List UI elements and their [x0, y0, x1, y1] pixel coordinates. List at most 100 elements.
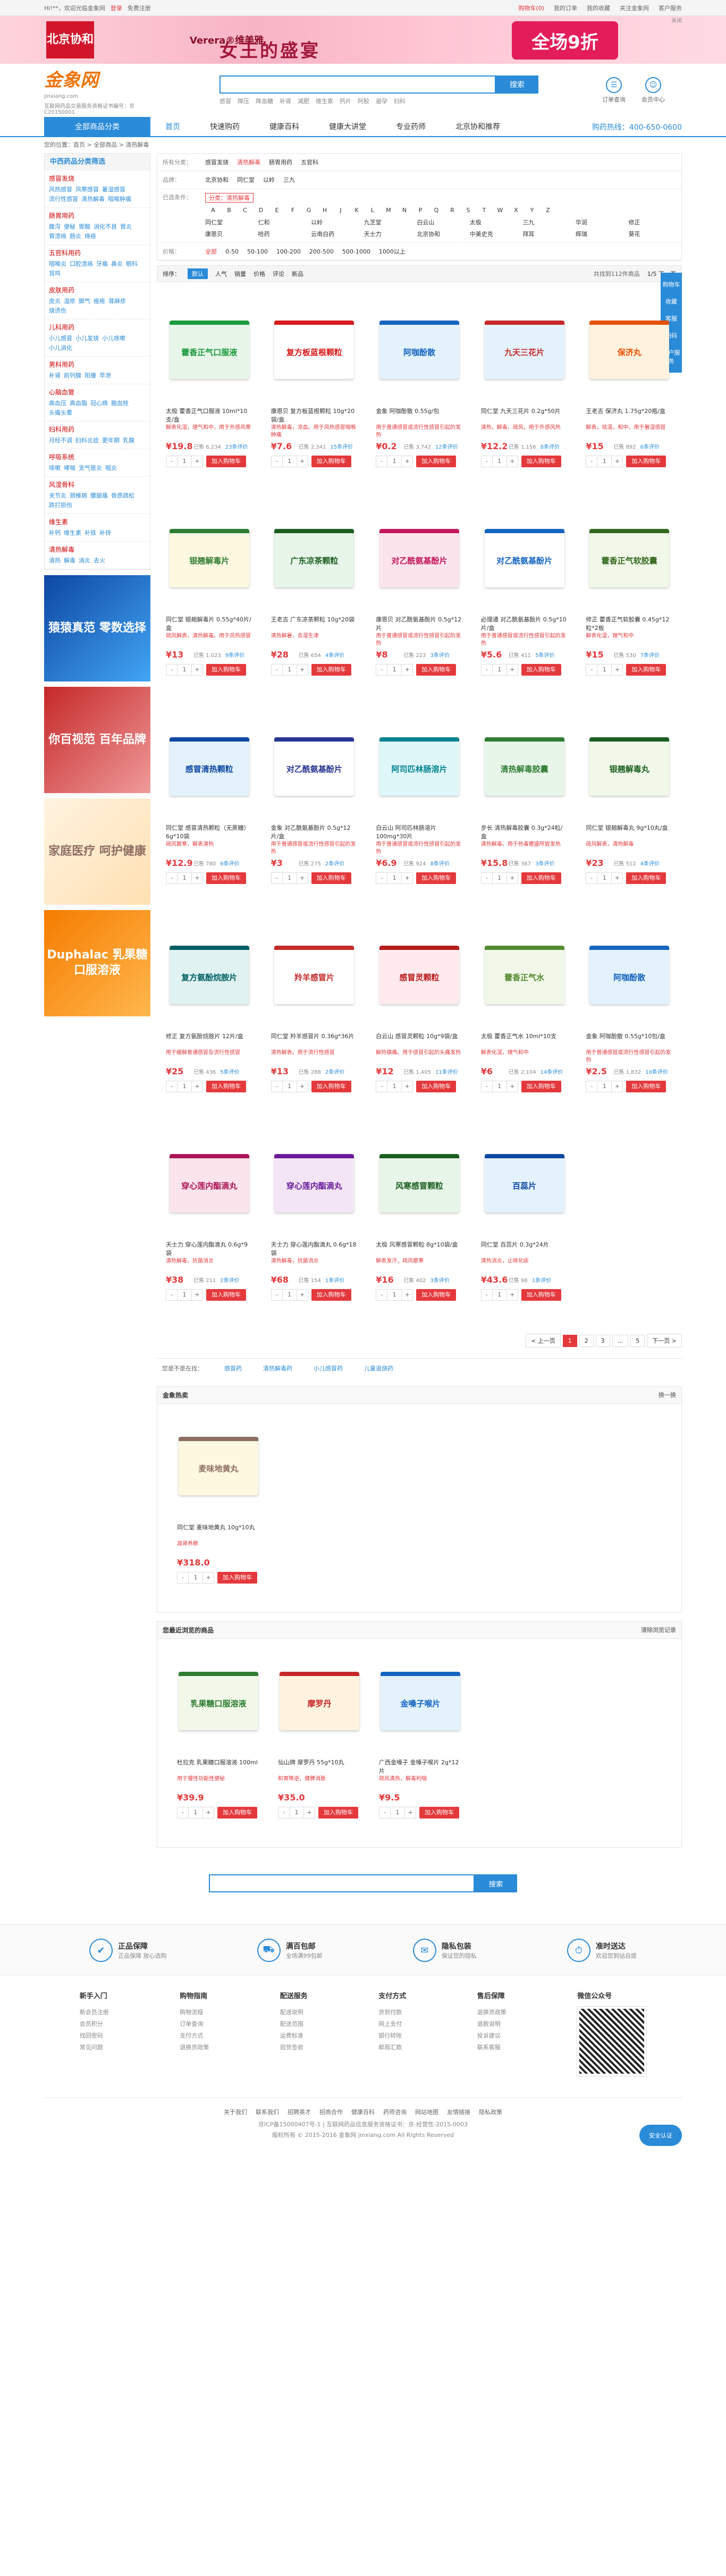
qty-input[interactable]: 1 [282, 1081, 297, 1092]
qty-plus-button[interactable]: + [297, 456, 308, 467]
product-image[interactable]: 对乙酰氨基酚片 [376, 505, 463, 611]
brand-option[interactable]: 同仁堂 [205, 218, 253, 226]
category-link[interactable]: 流行性感冒 [49, 195, 78, 204]
qty-plus-button[interactable]: + [192, 664, 202, 675]
add-to-cart-button[interactable]: 加入购物车 [521, 1289, 561, 1301]
product-image[interactable]: 羚羊感冒片 [271, 922, 358, 1028]
brand-option[interactable]: 康恩贝 [205, 230, 253, 238]
category-link[interactable]: 小儿消化 [49, 343, 72, 353]
add-to-cart-button[interactable]: 加入购物车 [416, 456, 457, 467]
brand-option[interactable]: 葵花 [628, 230, 676, 238]
product-name[interactable]: 必理通 对乙酰氨基酚片 0.5g*10片/盒 [481, 616, 568, 633]
product-reviews[interactable]: 23条评价 [225, 442, 248, 450]
bottom-search-button[interactable]: 搜索 [475, 1874, 517, 1892]
letter-filter[interactable]: G [301, 207, 317, 214]
category-link[interactable]: 湿疹 [64, 297, 75, 306]
price-filter[interactable]: 50-100 [247, 248, 268, 255]
product-card[interactable]: 风寒感冒颗粒 太极 风寒感冒颗粒 8g*10袋/盒 解表发汗，疏风散寒 ¥16 已售 4… [367, 1121, 472, 1329]
footer-link[interactable]: 配送范围 [280, 2018, 308, 2030]
bottom-link[interactable]: 健康百科 [351, 2109, 375, 2116]
bottom-link[interactable]: 招商合作 [319, 2109, 343, 2116]
product-reviews[interactable]: 2条评价 [325, 1067, 344, 1075]
qty-minus-button[interactable]: - [178, 1572, 188, 1583]
letter-filter[interactable]: Y [524, 207, 540, 214]
qty-input[interactable]: 1 [387, 1081, 402, 1092]
filter-category[interactable]: 清热解毒 [237, 159, 260, 166]
page-link[interactable]: 3 [595, 1334, 610, 1347]
qty-minus-button[interactable]: - [166, 456, 177, 467]
bottom-link[interactable]: 联系我们 [256, 2109, 279, 2116]
hot-keyword[interactable]: 降血糖 [256, 98, 273, 105]
add-to-cart-button[interactable]: 加入购物车 [416, 664, 457, 676]
selected-condition[interactable]: 分类：清热解毒 [205, 193, 254, 203]
qty-plus-button[interactable]: + [612, 1081, 622, 1092]
qty-plus-button[interactable]: + [507, 1081, 518, 1092]
product-image[interactable]: 感冒灵颗粒 [376, 922, 463, 1028]
page-link[interactable]: 下一页 > [647, 1334, 682, 1348]
add-to-cart-button[interactable]: 加入购物车 [521, 1081, 561, 1092]
add-to-cart-button[interactable]: 加入购物车 [217, 1572, 257, 1584]
filter-category[interactable]: 肠胃用药 [269, 159, 292, 166]
product-image[interactable]: 阿咖酚散 [586, 922, 673, 1028]
qty-plus-button[interactable]: + [402, 873, 412, 883]
bottom-link[interactable]: 招聘英才 [288, 2109, 311, 2116]
product-card[interactable]: 九天三花片 同仁堂 九天三花片 0.2g*50片 清热，解毒，疏风，用于外感风热 ¥1… [472, 288, 577, 496]
category-group-title[interactable]: 五官科用药 [49, 248, 146, 257]
product-name[interactable]: 修正 藿香正气软胶囊 0.45g*12粒*2板 [586, 616, 673, 633]
category-link[interactable]: 咽喉炎 [49, 259, 66, 269]
product-name[interactable]: 太极 风寒感冒颗粒 8g*10袋/盒 [376, 1241, 463, 1258]
footer-link[interactable]: 联系客服 [477, 2042, 506, 2053]
category-link[interactable]: 胃炎 [120, 222, 132, 232]
qty-minus-button[interactable]: - [482, 664, 492, 675]
product-card[interactable]: 复方板蓝根颗粒 康恩贝 复方板蓝根颗粒 10g*20袋/盒 清热解毒，凉血。用于风热… [262, 288, 367, 496]
product-image[interactable]: 摩罗丹 [278, 1648, 361, 1754]
category-link[interactable]: 肠炎 [70, 232, 81, 241]
category-link[interactable]: 乳腺 [123, 436, 134, 445]
qty-minus-button[interactable]: - [376, 456, 387, 467]
hot-keyword[interactable]: 妇科 [394, 98, 406, 105]
product-image[interactable]: 乳果糖口服溶液 [177, 1648, 260, 1754]
product-reviews[interactable]: 10条评价 [645, 1067, 668, 1075]
bottom-link[interactable]: 关于我们 [224, 2109, 247, 2116]
footer-link[interactable]: 配送说明 [280, 2007, 308, 2018]
ad-banner-4[interactable]: Duphalac 乳果糖口服溶液 [44, 910, 150, 1016]
qty-plus-button[interactable]: + [297, 664, 308, 675]
footer-link[interactable]: 订单查询 [180, 2018, 209, 2030]
product-reviews[interactable]: 11条评价 [435, 1067, 458, 1075]
category-link[interactable]: 咽炎 [105, 464, 117, 473]
qty-plus-button[interactable]: + [203, 1572, 214, 1583]
footer-link[interactable]: 投诉建议 [477, 2030, 506, 2042]
product-reviews[interactable]: 6条评价 [220, 859, 239, 867]
letter-filter[interactable]: N [396, 207, 412, 214]
category-link[interactable]: 咽喉肿痛 [108, 195, 131, 204]
product-name[interactable]: 天士力 穿心莲内酯滴丸 0.6g*9袋 [166, 1241, 253, 1258]
add-to-cart-button[interactable]: 加入购物车 [416, 872, 457, 884]
product-reviews[interactable]: 1条评价 [325, 1276, 344, 1284]
qty-input[interactable]: 1 [597, 1081, 612, 1092]
qty-plus-button[interactable]: + [612, 664, 622, 675]
product-name[interactable]: 金象 对乙酰氨基酚片 0.5g*12片/盒 [271, 824, 358, 841]
product-name[interactable]: 太极 藿香正气口服液 10ml*10支/盒 [166, 407, 253, 424]
qty-minus-button[interactable]: - [586, 1081, 597, 1092]
footer-link[interactable]: 支付方式 [180, 2030, 209, 2042]
qty-minus-button[interactable]: - [376, 873, 387, 883]
nav-item[interactable]: 快速购药 [195, 117, 255, 137]
product-name[interactable]: 金象 阿咖酚散 0.55g*10包/盒 [586, 1032, 673, 1049]
product-reviews[interactable]: 15条评价 [330, 442, 353, 450]
category-link[interactable]: 冠心病 [90, 399, 108, 408]
product-reviews[interactable]: 8条评价 [541, 442, 560, 450]
category-link[interactable]: 维生素 [64, 528, 81, 538]
qty-input[interactable]: 1 [597, 456, 612, 467]
category-group-title[interactable]: 肠胃用药 [49, 211, 146, 220]
letter-filter[interactable]: J [333, 207, 349, 214]
category-link[interactable]: 眼科 [126, 259, 138, 269]
category-link[interactable]: 小儿发烧 [75, 334, 99, 343]
qty-plus-button[interactable]: + [297, 1290, 308, 1300]
product-reviews[interactable]: 2条评价 [325, 859, 344, 867]
product-name[interactable]: 同仁堂 九天三花片 0.2g*50片 [481, 407, 568, 424]
brand-option[interactable]: 修正 [628, 218, 676, 226]
category-link[interactable]: 暑湿感冒 [102, 185, 125, 195]
page-link[interactable]: 1 [562, 1334, 577, 1347]
category-link[interactable]: 小儿感冒 [49, 334, 72, 343]
category-link[interactable]: 高血脂 [70, 399, 87, 408]
